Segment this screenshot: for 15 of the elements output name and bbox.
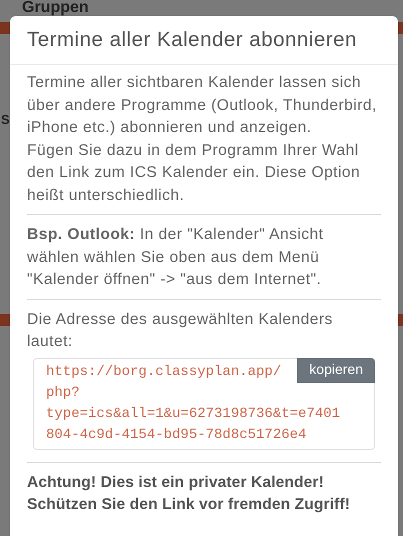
modal-title: Termine aller Kalender abonnieren xyxy=(27,27,358,53)
page-heading: Gruppen xyxy=(22,0,89,16)
url-field[interactable]: https://borg.classyplan.app/ php? type=ics&all=1&u=6273198736&t=e7401 804-4c9d-4154-bd95-78d8c51726e4 kopieren xyxy=(33,358,375,450)
intro-text: Fügen Sie dazu in dem Programm Ihrer Wahl den Link zum ICS Kalender ein. Diese Option heißt unterschiedlich. xyxy=(27,140,362,206)
copy-button[interactable]: kopieren xyxy=(297,358,375,382)
address-label: Die Adresse des ausgewählten Kalenders lautet: xyxy=(27,310,334,352)
intro-text: Termine aller sichtbaren Kalender lassen sich über andere Programme (Outlook, Thunderbird, iPhone etc.) abonnieren und anzeigen. xyxy=(27,73,378,138)
warning-text: Schützen Sie den Link vor fremden Zugriff! xyxy=(27,495,352,515)
page-text: S xyxy=(1,112,10,128)
url-text: https://borg.classyplan.app/ xyxy=(46,362,282,382)
url-text: type=ics&all=1&u=6273198736&t=e7401 xyxy=(46,404,340,424)
url-text: 804-4c9d-4154-bd95-78d8c51726e4 xyxy=(46,426,306,444)
example-text: Bsp. Outlook: In der "Kalender" Ansicht wählen wählen Sie oben aus dem Menü "Kalender öffnen" -> "aus dem Internet". xyxy=(27,225,324,290)
url-text: php? xyxy=(46,384,80,402)
warning-text: Achtung! Dies ist ein privater Kalender! xyxy=(27,472,325,492)
